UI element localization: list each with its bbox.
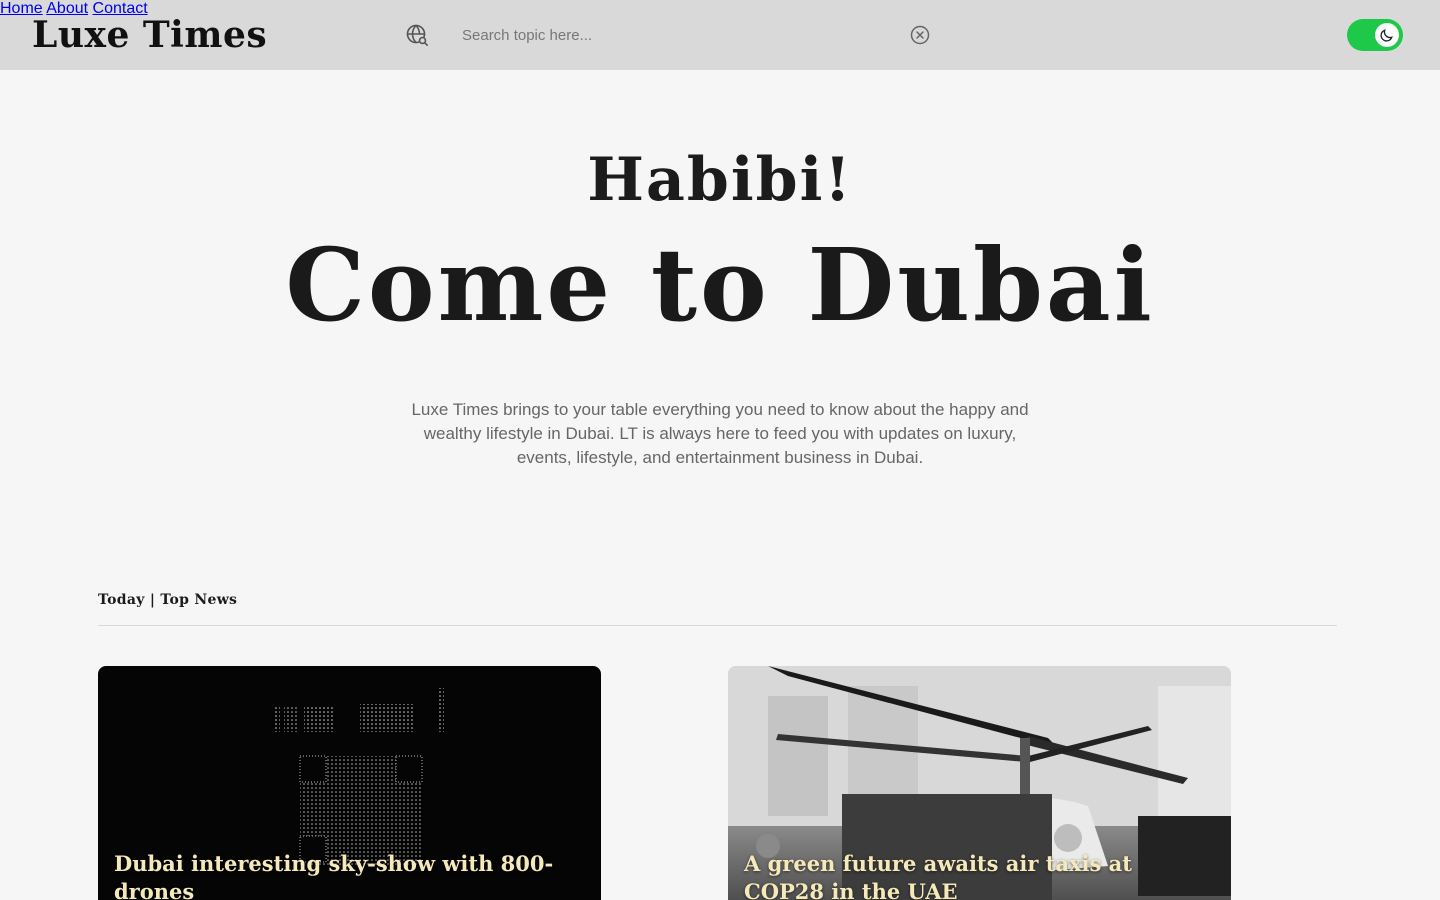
hero-kicker: Habibi! <box>587 145 853 215</box>
news-card-drone-show[interactable]: Dubai interesting sky-show with 800-dron… <box>98 666 601 900</box>
card-title[interactable]: A green future awaits air taxis at COP28… <box>744 850 1214 900</box>
moon-icon <box>1380 29 1393 42</box>
section-divider <box>98 625 1337 626</box>
card-title[interactable]: Dubai interesting sky-show with 800-dron… <box>114 850 584 900</box>
close-circle-icon[interactable] <box>909 24 931 46</box>
hero-description: Luxe Times brings to your table everythi… <box>411 400 1029 467</box>
site-logo[interactable]: Luxe Times <box>32 14 267 56</box>
news-card-air-taxi[interactable]: A green future awaits air taxis at COP28… <box>728 666 1231 900</box>
top-bar: Luxe Times Home About Contact <box>0 0 1440 70</box>
globe-search-icon <box>406 24 428 46</box>
search-input[interactable] <box>450 18 890 52</box>
section-heading: Today | Top News <box>98 592 238 608</box>
theme-toggle[interactable] <box>1347 19 1403 51</box>
hero-title: Come to Dubai <box>285 226 1155 344</box>
